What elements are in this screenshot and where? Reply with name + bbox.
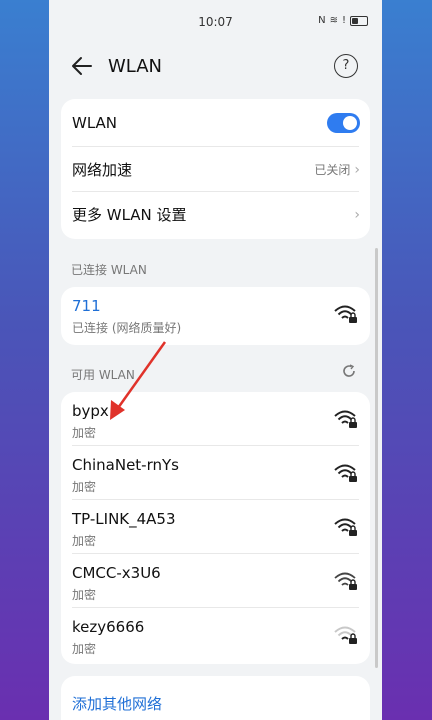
network-security: 加密: [72, 480, 97, 494]
network-security: 加密: [72, 534, 97, 548]
nfc-icon: N: [318, 15, 326, 26]
scrollbar[interactable]: [375, 248, 378, 668]
network-name: TP-LINK_4A53: [72, 510, 176, 528]
connected-section-title: 已连接 WLAN: [71, 263, 147, 277]
network-accel-label: 网络加速: [72, 161, 133, 179]
network-item[interactable]: TP-LINK_4A53 加密: [61, 500, 370, 554]
network-accel-status: 已关闭: [314, 163, 351, 177]
network-name: CMCC-x3U6: [72, 564, 161, 582]
network-accel-value: 已关闭 ›: [314, 161, 360, 178]
network-item[interactable]: kezy6666 加密: [61, 608, 370, 662]
more-wlan-settings-chevron: ›: [354, 207, 360, 223]
network-item[interactable]: CMCC-x3U6 加密: [61, 554, 370, 608]
available-networks-card: bypx 加密 ChinaNet-rnYs 加密 TP-LINK_4A53 加密…: [61, 392, 370, 664]
phone-screen: 10:07 N ≋ ! WLAN ? WLAN 网络加速 已关闭 › 更多 WL…: [49, 0, 382, 720]
more-wlan-settings-row[interactable]: 更多 WLAN 设置 ›: [61, 192, 370, 237]
page-title: WLAN: [108, 56, 163, 77]
alert-icon: !: [341, 15, 346, 26]
connected-network[interactable]: 711 已连接 (网络质量好): [61, 287, 370, 345]
connected-network-name: 711: [72, 297, 101, 315]
battery-icon: [350, 15, 368, 26]
network-name: kezy6666: [72, 618, 145, 636]
status-bar: 10:07 N ≋ !: [49, 0, 382, 46]
more-wlan-settings-label: 更多 WLAN 设置: [72, 206, 187, 224]
wifi-weak-lock-icon: [334, 626, 357, 644]
wifi-status-icon: ≋: [329, 15, 338, 26]
network-item[interactable]: ChinaNet-rnYs 加密: [61, 446, 370, 500]
network-security: 加密: [72, 588, 97, 602]
network-name: ChinaNet-rnYs: [72, 456, 179, 474]
wifi-lock-icon: [334, 410, 357, 428]
available-section-title: 可用 WLAN: [71, 368, 135, 382]
network-security: 加密: [72, 426, 97, 440]
back-arrow-icon[interactable]: [69, 54, 95, 78]
wlan-label: WLAN: [72, 114, 118, 132]
wifi-lock-icon: [334, 518, 357, 536]
add-network-label: 添加其他网络: [72, 695, 163, 713]
chevron-right-icon: ›: [354, 206, 360, 223]
wifi-6-lock-icon: [334, 572, 357, 590]
network-name: bypx: [72, 402, 109, 420]
add-network-button[interactable]: 添加其他网络: [61, 676, 370, 720]
network-security: 加密: [72, 642, 97, 656]
wifi-lock-icon: [334, 305, 357, 323]
network-item[interactable]: bypx 加密: [61, 392, 370, 446]
header: WLAN ?: [49, 48, 382, 84]
help-icon[interactable]: ?: [334, 54, 358, 78]
status-icons: N ≋ !: [318, 15, 368, 26]
refresh-icon[interactable]: [342, 364, 356, 378]
network-accel-row[interactable]: 网络加速 已关闭 ›: [61, 147, 370, 192]
chevron-right-icon: ›: [354, 161, 360, 178]
connected-network-status: 已连接 (网络质量好): [72, 321, 182, 335]
wlan-toggle-row[interactable]: WLAN: [61, 99, 370, 147]
wlan-toggle[interactable]: [327, 113, 360, 133]
wifi-lock-icon: [334, 464, 357, 482]
settings-card: WLAN 网络加速 已关闭 › 更多 WLAN 设置 ›: [61, 99, 370, 239]
